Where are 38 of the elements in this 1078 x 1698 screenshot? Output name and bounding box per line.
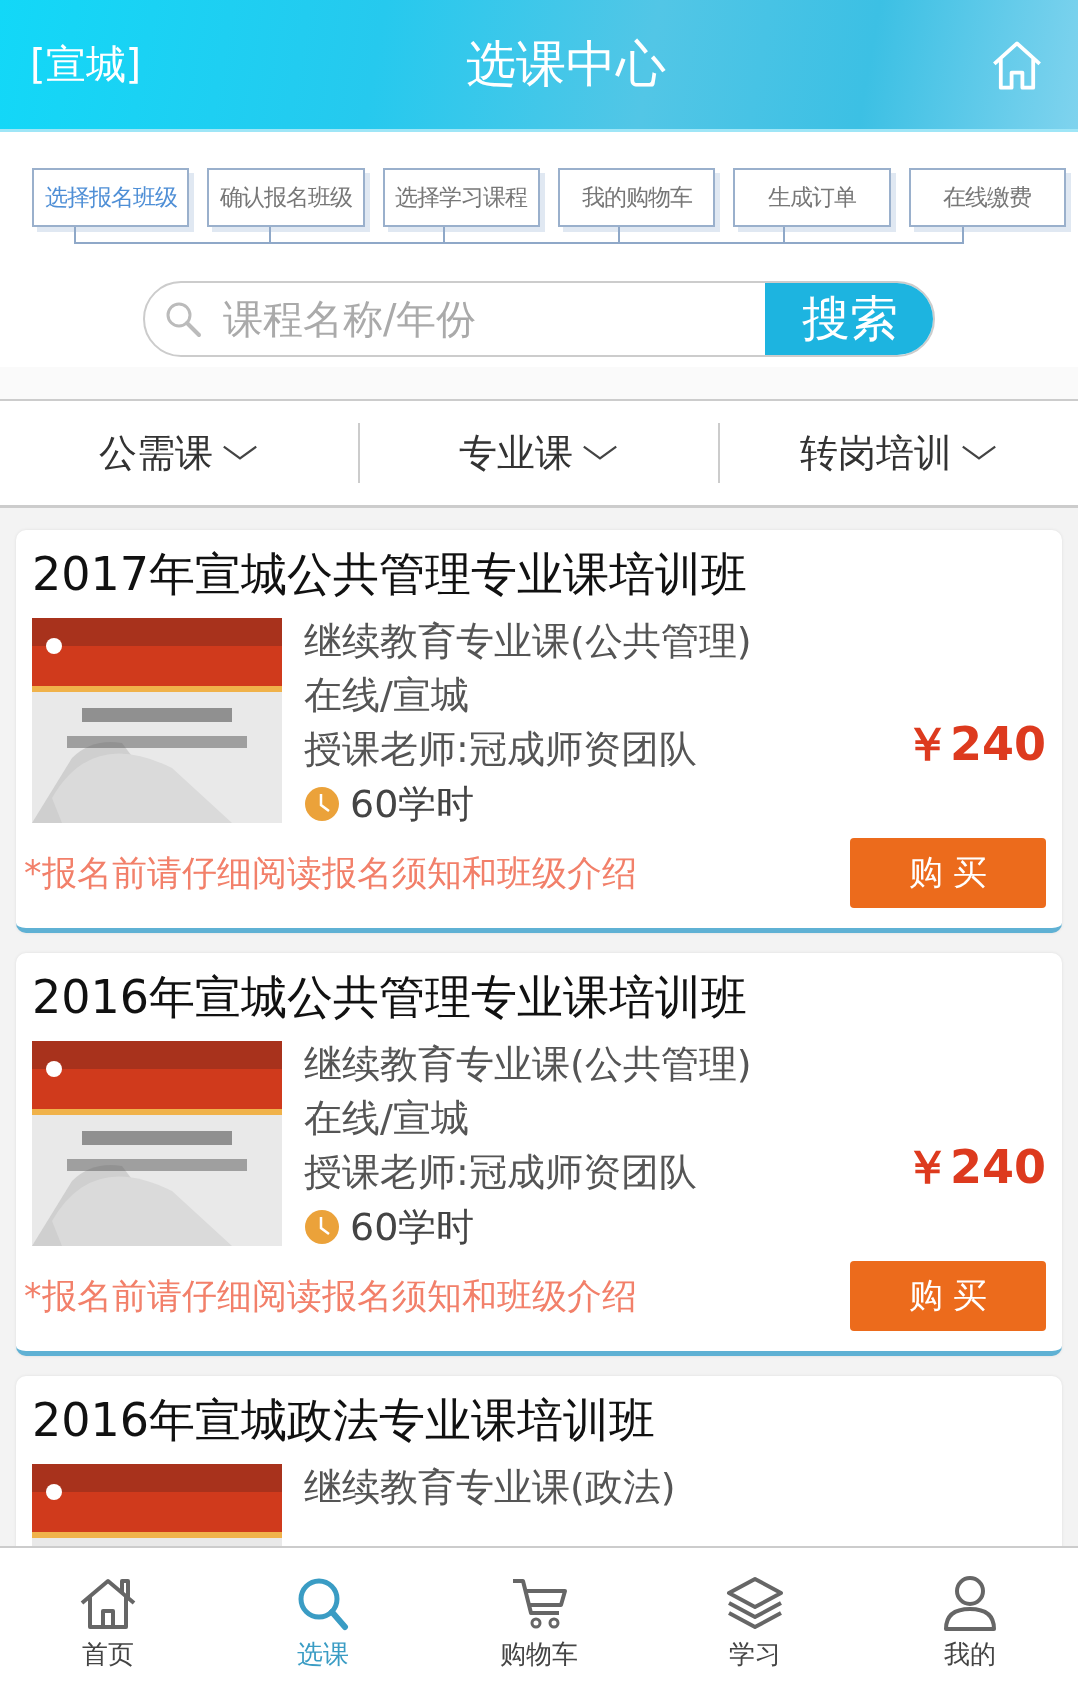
chevron-icon xyxy=(960,444,998,462)
notice-text: *报名前请仔细阅读报名须知和班级介绍 xyxy=(24,851,637,895)
course-title: 2017年宣城公共管理专业课培训班 xyxy=(32,546,749,603)
nav-tab[interactable]: 我的 xyxy=(862,1573,1078,1673)
layers-icon xyxy=(724,1574,785,1631)
course-card[interactable]: 2017年宣城公共管理专业课培训班 继续教育专业课(公共管理) 在线/宣城 授课老师:冠成师资团队 60学时 ￥240 *报名前请仔细阅读报名须知和班级介绍 购 买 xyxy=(16,530,1062,933)
course-card[interactable]: 2016年宣城公共管理专业课培训班 继续教育专业课(公共管理) 在线/宣城 授课老师:冠成师资团队 60学时 ￥240 *报名前请仔细阅读报名须知和班级介绍 购 买 xyxy=(16,953,1062,1356)
filter-dropdown[interactable]: 转岗培训 xyxy=(720,426,1078,480)
nav-tab[interactable]: 购物车 xyxy=(431,1573,647,1673)
chevron-icon xyxy=(581,444,619,462)
nav-tab[interactable]: 学习 xyxy=(646,1573,863,1673)
clock-icon xyxy=(304,1209,340,1245)
page-title: 选课中心 xyxy=(465,34,666,95)
course-hours: 60学时 xyxy=(350,1204,475,1251)
notice-text: *报名前请仔细阅读报名须知和班级介绍 xyxy=(24,1274,637,1318)
course-price: ￥240 xyxy=(903,716,1046,773)
course-title: 2016年宣城公共管理专业课培训班 xyxy=(32,969,749,1026)
course-teacher: 授课老师:冠成师资团队 xyxy=(304,726,698,773)
course-title: 2016年宣城政法专业课培训班 xyxy=(32,1392,657,1449)
nav-tab[interactable]: 首页 xyxy=(0,1573,216,1673)
filter-dropdown[interactable]: 专业课 xyxy=(360,426,718,480)
chevron-icon xyxy=(221,444,259,462)
course-location: 在线/宣城 xyxy=(304,672,470,719)
buy-button[interactable]: 购 买 xyxy=(850,838,1046,908)
clock-icon xyxy=(304,786,340,822)
course-teacher: 授课老师:冠成师资团队 xyxy=(304,1149,698,1196)
course-price: ￥240 xyxy=(903,1139,1046,1196)
search-field[interactable]: 课程名称/年份 搜索 xyxy=(143,281,935,357)
course-location: 在线/宣城 xyxy=(304,1095,470,1142)
course-hours: 60学时 xyxy=(350,781,475,828)
nav-tab[interactable]: 选课 xyxy=(215,1573,432,1673)
course-category: 继续教育专业课(政法) xyxy=(304,1464,677,1511)
course-category: 继续教育专业课(公共管理) xyxy=(304,618,753,665)
course-card[interactable]: 2016年宣城政法专业课培训班 继续教育专业课(政法) xyxy=(16,1376,1062,1546)
search-button[interactable]: 搜索 xyxy=(765,283,933,355)
course-category: 继续教育专业课(公共管理) xyxy=(304,1041,753,1088)
buy-button[interactable]: 购 买 xyxy=(850,1261,1046,1331)
filter-dropdown[interactable]: 公需课 xyxy=(0,426,358,480)
